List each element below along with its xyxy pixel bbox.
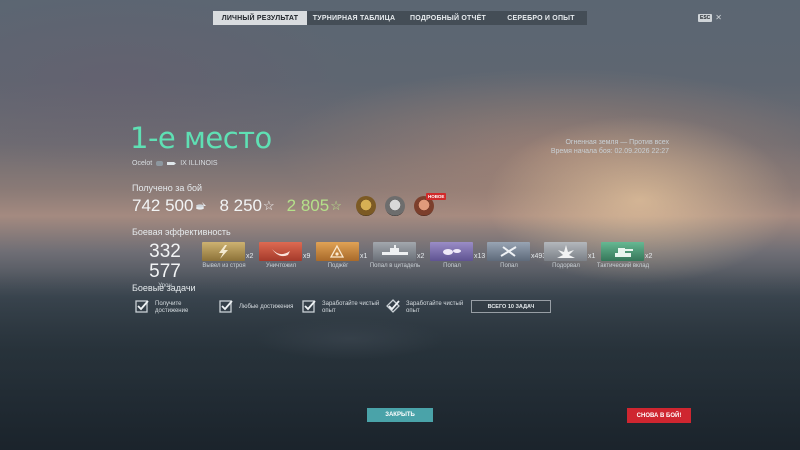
citadel-icon [382, 245, 408, 255]
damage-block: 332 577 Урон [132, 241, 198, 290]
checkbox-checked-icon [135, 300, 149, 313]
ship-sinking-icon [272, 249, 290, 257]
shell-hit-icon [443, 249, 461, 255]
ribbon-card [601, 242, 644, 261]
credits-value: 742 500 [132, 196, 194, 215]
tab-credits-xp[interactable]: СЕРЕБРО И ОПЫТ [495, 11, 587, 25]
player-row: Ocelot IX ILLINOIS [132, 160, 218, 167]
free-xp-star-icon: ☆ [330, 198, 342, 213]
battle-time: Время начала боя: 02.09.2026 22:27 [550, 148, 669, 155]
ribbon-card [259, 242, 302, 261]
ribbon-label: Тактический вклад [596, 263, 650, 269]
ribbon-card [487, 242, 530, 261]
background-ship [255, 318, 445, 360]
ribbon-label: Поджёг [327, 263, 349, 269]
battleship-class-icon [167, 162, 177, 165]
fire-icon [329, 244, 345, 258]
ribbon-citadel[interactable]: x2 Попал в цитадель [370, 242, 425, 269]
ribbon-fire[interactable]: x1 Поджёг [316, 242, 368, 269]
place-title: 1-е место [130, 121, 272, 155]
all-tasks-button[interactable]: ВСЕГО 10 ЗАДАЧ [471, 300, 551, 313]
ribbon-count: x2 [246, 253, 254, 260]
checkbox-checked-icon [219, 300, 233, 313]
tab-detailed-report[interactable]: ПОДРОБНЫЙ ОТЧЁТ [401, 11, 495, 25]
ribbon-destroyed[interactable]: x9 Уничтожил [259, 242, 311, 269]
ribbon-card [373, 242, 416, 261]
ribbon-label: Подорвал [552, 263, 580, 269]
task-item[interactable]: Получите достижение [135, 299, 188, 315]
esc-key-label: ESC [698, 14, 713, 22]
division-icon [156, 161, 164, 166]
battle-again-button[interactable]: СНОВА В БОЙ! [627, 408, 691, 423]
ribbon-count: x1 [360, 253, 368, 260]
earned-row: 742 500 8 250 ☆ 2 805 ☆ [132, 196, 342, 216]
achievement-medal-icon[interactable] [356, 196, 376, 216]
ribbon-hit-secondary[interactable]: x493 Попал [487, 242, 546, 269]
ribbon-card [544, 242, 587, 261]
ribbon-label: Уничтожил [265, 263, 297, 269]
ribbon-count: x1 [588, 253, 596, 260]
tasks-title: Боевые задачи [132, 283, 196, 293]
ribbon-card [316, 242, 359, 261]
efficiency-title: Боевая эффективность [132, 227, 231, 237]
task-text: Любые достижения [239, 304, 294, 310]
checkbox-checked-icon [302, 300, 316, 313]
ribbon-card [430, 242, 473, 261]
ribbon-count: x9 [303, 253, 311, 260]
battle-mode: Огненная земля — Против всех [565, 139, 669, 146]
ribbon-count: x2 [417, 253, 425, 260]
spotted-icon [557, 245, 575, 258]
ribbon-detonation[interactable]: x1 Подорвал [544, 242, 596, 269]
shell-hit-icon [500, 246, 517, 257]
task-text: Получите достижение [155, 301, 189, 314]
sea-haze [0, 270, 800, 450]
xp-value: 8 250 [219, 196, 262, 215]
free-xp-value: 2 805 [286, 196, 330, 215]
ribbon-label: Попал [443, 263, 461, 269]
tactical-icon [615, 248, 633, 257]
credits-icon [196, 202, 207, 210]
new-badge: НОВОЕ [426, 193, 447, 200]
ribbon-card [202, 242, 245, 261]
player-name: Ocelot [132, 160, 153, 167]
xp-star-icon: ☆ [263, 198, 275, 213]
esc-close[interactable]: ESC ✕ [698, 14, 722, 22]
task-item[interactable]: Заработайте чистый опыт [386, 299, 463, 315]
task-text: Заработайте чистый опыт [406, 301, 464, 314]
ribbon-count: x2 [645, 253, 653, 260]
ribbon-label: Попал [500, 263, 518, 269]
tab-personal-result[interactable]: ЛИЧНЫЙ РЕЗУЛЬТАТ [213, 11, 307, 25]
diamond-check-icon [386, 299, 400, 313]
close-button[interactable]: ЗАКРЫТЬ [367, 408, 433, 422]
battle-info: Огненная земля — Против всех Время начал… [551, 138, 669, 156]
ship-name: IX ILLINOIS [180, 160, 218, 167]
ribbon-hit-main[interactable]: x13 Попал [430, 242, 486, 269]
ribbon-destroyed-modules[interactable]: x2 Вывел из строя [202, 242, 254, 269]
achievement-medal-icon[interactable] [385, 196, 405, 216]
ribbon-label: Попал в цитадель [369, 263, 421, 269]
earned-title: Получено за бой [132, 183, 203, 193]
task-text: Заработайте чистый опыт [322, 301, 380, 314]
ribbon-label: Вывел из строя [202, 263, 246, 269]
task-item[interactable]: Заработайте чистый опыт [302, 299, 379, 315]
ribbon-count: x13 [474, 253, 486, 260]
task-item[interactable]: Любые достижения [219, 299, 293, 313]
bolt-icon [219, 245, 228, 259]
result-tabs: ЛИЧНЫЙ РЕЗУЛЬТАТ ТУРНИРНАЯ ТАБЛИЦА ПОДРО… [213, 11, 587, 25]
damage-value: 332 577 [149, 241, 181, 282]
close-icon[interactable]: ✕ [715, 14, 722, 22]
ribbon-tactical[interactable]: x2 Тактический вклад [597, 242, 653, 269]
tab-team-table[interactable]: ТУРНИРНАЯ ТАБЛИЦА [307, 11, 401, 25]
